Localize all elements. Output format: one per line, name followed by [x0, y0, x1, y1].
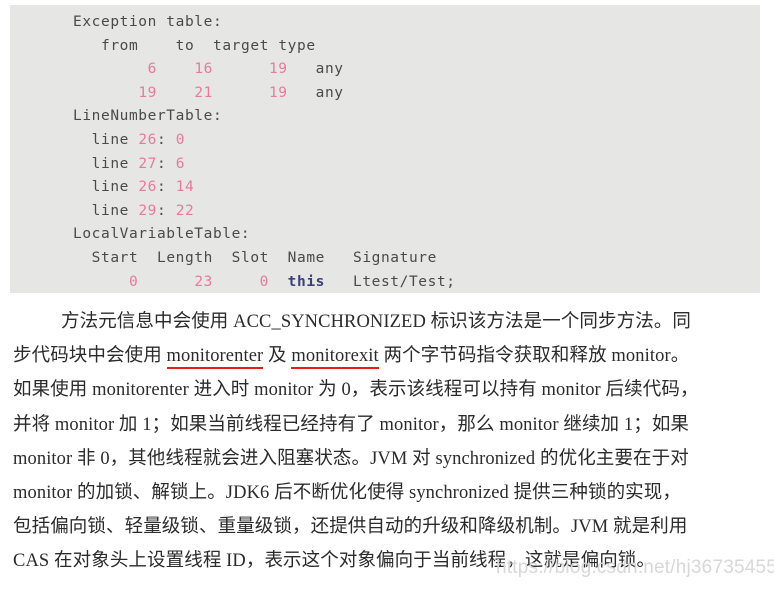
code-text: LocalVariableTable:: [73, 226, 251, 243]
cell-from: 6: [147, 61, 157, 78]
line-number: 26: [138, 179, 158, 196]
line-label: line: [91, 155, 129, 172]
paragraph-line: CAS 在对象头上设置线程 ID，表示这个对象偏向于当前线程，这就是偏向锁。: [13, 544, 761, 578]
code-text: Exception table:: [73, 14, 223, 30]
cell-from: 19: [138, 84, 157, 101]
cell-to: 16: [194, 61, 213, 78]
code-line-linenumber-4: line 29: 22: [91, 202, 195, 219]
col-start: Start: [91, 249, 139, 266]
code-line-linenumber-2: line 27: 6: [91, 155, 186, 172]
text-run: 并将 monitor 加 1；如果当前线程已经持有了 monitor，那么 mo…: [13, 414, 690, 435]
text-run: 步代码块中会使用: [13, 346, 167, 367]
code-line-exception-table-title: Exception table:: [10, 11, 760, 35]
paragraph-line: 步代码块中会使用 monitorenter 及 monitorexit 两个字节…: [13, 339, 761, 373]
code-line-exception-row-2: 19 21 19 any: [10, 82, 760, 106]
cell-name: this: [287, 273, 325, 290]
paragraph-line: monitor 的加锁、解锁上。JDK6 后不断优化使得 synchronize…: [13, 476, 761, 510]
col-type: type: [278, 37, 316, 54]
line-number: 26: [138, 131, 158, 148]
keyword-monitorexit: monitorexit: [291, 346, 379, 370]
line-pc: 0: [175, 131, 186, 148]
line-label: line: [91, 202, 129, 219]
cell-length: 23: [194, 273, 213, 290]
col-slot: Slot: [231, 249, 269, 266]
text-run: CAS 在对象头上设置线程 ID，表示这个对象偏向于当前线程，这就是偏向锁。: [13, 551, 656, 572]
col-length: Length: [157, 249, 213, 266]
cell-type: any: [315, 84, 344, 101]
text-run: 两个字节码指令获取和释放 monitor。: [378, 346, 690, 367]
text-run: 如果使用 monitorenter 进入时 monitor 为 0，表示该线程可…: [13, 380, 699, 401]
text-run: 及: [263, 346, 292, 367]
line-pc: 6: [175, 155, 186, 172]
code-line-exception-row-1: 6 16 19 any: [10, 58, 760, 82]
paragraph-line: 并将 monitor 加 1；如果当前线程已经持有了 monitor，那么 mo…: [13, 408, 761, 442]
code-text: LineNumberTable:: [73, 108, 223, 125]
keyword-monitorenter: monitorenter: [166, 346, 264, 370]
text-run: 方法元信息中会使用 ACC_SYNCHRONIZED 标识该方法是一个同步方法。…: [61, 312, 692, 332]
col-from: from: [101, 37, 139, 54]
line-number: 27: [138, 155, 158, 172]
line-label: line: [91, 131, 129, 148]
cell-to: 21: [194, 84, 213, 101]
cell-target: 19: [268, 84, 288, 101]
cell-target: 19: [268, 61, 288, 78]
col-to: to: [175, 37, 195, 54]
code-line-linenumber-3: line 26: 14: [91, 179, 195, 196]
code-line-localvariabletable-title: LocalVariableTable:: [10, 223, 760, 247]
code-line-exception-table-header: from to target type: [10, 35, 760, 59]
paragraph-line: monitor 非 0，其他线程就会进入阻塞状态。JVM 对 synchroni…: [13, 442, 761, 476]
paragraph-line: 如果使用 monitorenter 进入时 monitor 为 0，表示该线程可…: [13, 373, 761, 407]
paragraph-line: 包括偏向锁、轻量级锁、重量级锁，还提供自动的升级和降级机制。JVM 就是利用: [13, 510, 761, 544]
line-label: line: [91, 179, 129, 196]
cell-signature: Ltest/Test;: [352, 273, 456, 290]
text-run: monitor 非 0，其他线程就会进入阻塞状态。JVM 对 synchroni…: [13, 448, 689, 469]
cell-type: any: [315, 61, 344, 78]
code-line-localvariable-row-1: 0 23 0 this Ltest/Test;: [10, 271, 760, 293]
cell-start: 0: [128, 273, 139, 290]
line-number: 29: [138, 202, 158, 219]
bytecode-code-block: Exception table: from to target type 6 1…: [10, 5, 760, 293]
article-paragraph: 方法元信息中会使用 ACC_SYNCHRONIZED 标识该方法是一个同步方法。…: [13, 305, 761, 579]
line-pc: 14: [175, 179, 195, 196]
text-run: 包括偏向锁、轻量级锁、重量级锁，还提供自动的升级和降级机制。JVM 就是利用: [13, 517, 688, 538]
text-run: monitor 的加锁、解锁上。JDK6 后不断优化使得 synchronize…: [13, 483, 681, 504]
col-target: target: [213, 37, 269, 54]
cell-slot: 0: [259, 273, 269, 290]
line-pc: 22: [175, 202, 195, 219]
code-line-linenumber-1: line 26: 0: [91, 131, 186, 148]
code-line-linenumbertable-title: LineNumberTable:: [10, 105, 760, 129]
paragraph-line: 方法元信息中会使用 ACC_SYNCHRONIZED 标识该方法是一个同步方法。…: [13, 305, 761, 339]
code-line-localvariable-header: Start Length Slot Name Signature: [10, 247, 760, 271]
col-name: Name: [287, 249, 325, 266]
col-signature: Signature: [352, 249, 437, 266]
